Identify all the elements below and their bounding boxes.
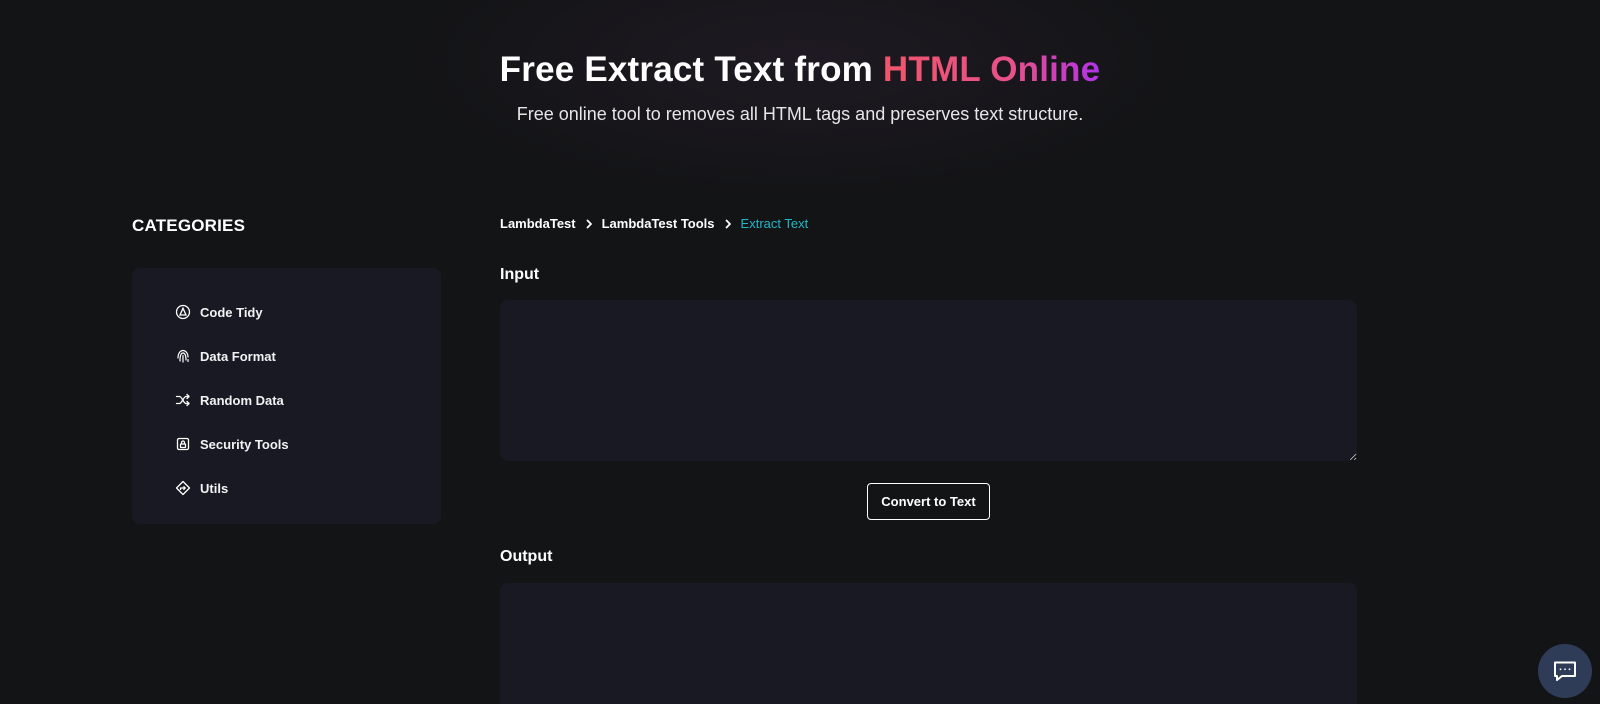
sidebar-item-random-data[interactable]: Random Data bbox=[132, 378, 441, 422]
shuffle-icon bbox=[175, 393, 190, 407]
input-label: Input bbox=[500, 266, 540, 283]
categories-title: CATEGORIES bbox=[132, 216, 246, 235]
chevron-right-icon bbox=[725, 219, 731, 228]
lock-icon bbox=[176, 437, 190, 451]
convert-to-text-button[interactable]: Convert to Text bbox=[867, 483, 990, 520]
page-title-accent: HTML Online bbox=[882, 50, 1101, 89]
breadcrumb-lambdatest-tools[interactable]: LambdaTest Tools bbox=[602, 216, 715, 231]
categories-panel: Code Tidy Data Format Random Data Securi… bbox=[132, 268, 441, 524]
output-label: Output bbox=[500, 548, 553, 565]
breadcrumb: LambdaTest LambdaTest Tools Extract Text bbox=[500, 216, 808, 231]
sidebar-item-code-tidy[interactable]: Code Tidy bbox=[132, 290, 441, 334]
sidebar-item-label: Random Data bbox=[200, 392, 284, 408]
sidebar-item-label: Data Format bbox=[200, 348, 276, 364]
code-tidy-icon bbox=[175, 304, 191, 320]
page-title: Free Extract Text from HTML Online bbox=[0, 50, 1600, 90]
sidebar-item-label: Code Tidy bbox=[200, 304, 263, 320]
breadcrumb-lambdatest[interactable]: LambdaTest bbox=[500, 216, 576, 231]
chat-icon bbox=[1554, 661, 1576, 681]
text-output[interactable] bbox=[500, 583, 1357, 704]
hero: Free Extract Text from HTML Online Free … bbox=[0, 50, 1600, 125]
sidebar-item-label: Utils bbox=[200, 480, 229, 496]
chat-button[interactable] bbox=[1538, 644, 1592, 698]
page-subtitle: Free online tool to removes all HTML tag… bbox=[516, 104, 1084, 124]
sidebar-item-data-format[interactable]: Data Format bbox=[132, 334, 441, 378]
page-title-main: Free Extract Text from bbox=[499, 50, 883, 89]
sidebar-item-utils[interactable]: Utils bbox=[132, 466, 441, 510]
fingerprint-icon bbox=[177, 349, 189, 363]
page: Free Extract Text from HTML Online Free … bbox=[0, 0, 1600, 704]
sidebar-item-label: Security Tools bbox=[200, 436, 289, 452]
sidebar-item-security-tools[interactable]: Security Tools bbox=[132, 422, 441, 466]
diamond-arrow-icon bbox=[175, 480, 191, 496]
chevron-right-icon bbox=[586, 219, 592, 228]
html-input[interactable] bbox=[500, 300, 1357, 461]
breadcrumb-current: Extract Text bbox=[740, 216, 809, 231]
